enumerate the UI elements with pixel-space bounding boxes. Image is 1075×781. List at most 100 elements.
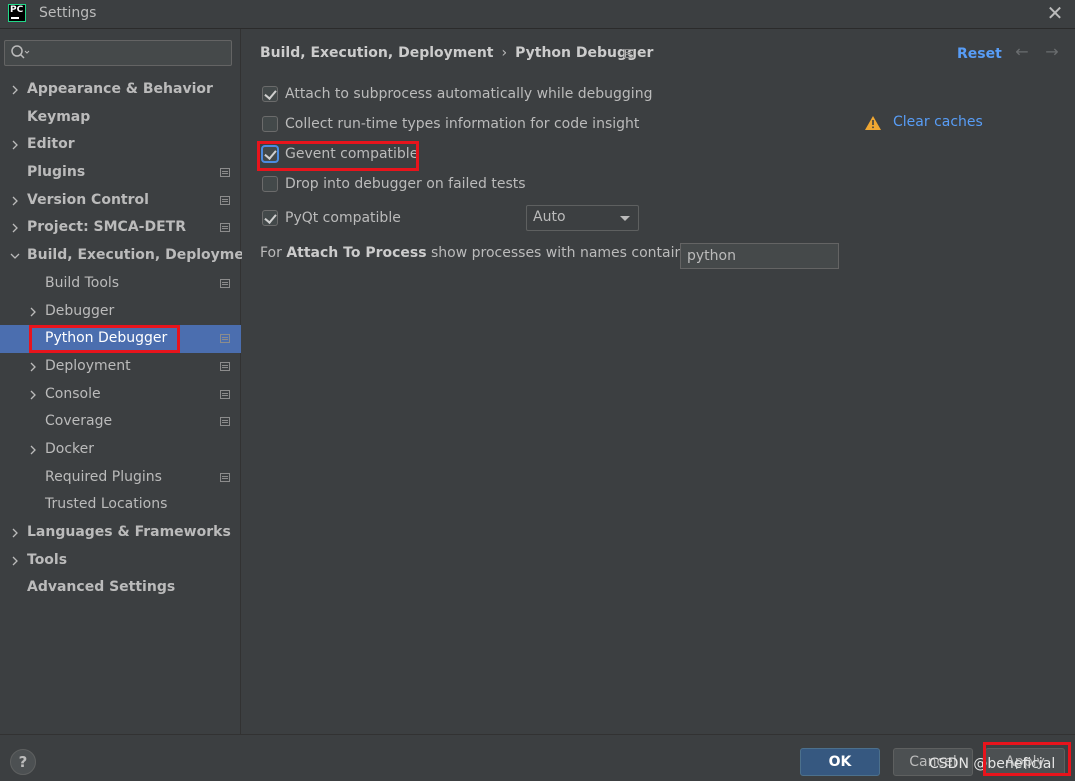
sidebar-item-label: Advanced Settings bbox=[27, 579, 176, 596]
sidebar-item-label: Languages & Frameworks bbox=[27, 524, 231, 540]
attach-to-process-label: For Attach To Process show processes wit… bbox=[260, 245, 710, 261]
settings-sidebar: Appearance & Behavior Keymap Editor Plugins… bbox=[0, 29, 261, 734]
sidebar-item-label: Required Plugins bbox=[45, 468, 162, 485]
chevron-down-icon[interactable] bbox=[10, 251, 20, 261]
attach-subprocess-checkbox[interactable] bbox=[262, 86, 278, 102]
sidebar-item-label: Build, Execution, Deployment bbox=[27, 247, 261, 264]
sidebar-item-label: Docker bbox=[45, 440, 95, 457]
attach-prefix: For bbox=[260, 245, 287, 261]
close-icon[interactable]: ✕ bbox=[1045, 3, 1065, 24]
sidebar-item-label: Version Control bbox=[27, 191, 149, 208]
chevron-right-icon[interactable] bbox=[28, 362, 38, 372]
sidebar-item-label: Editor bbox=[27, 136, 75, 153]
sidebar-item-languages-frameworks[interactable]: Languages & Frameworks bbox=[0, 519, 241, 547]
drop-debugger-label: Drop into debugger on failed tests bbox=[285, 176, 526, 192]
chevron-right-icon[interactable] bbox=[10, 85, 20, 95]
sidebar-item-label: Trusted Locations bbox=[45, 496, 168, 513]
sidebar-item-label: Appearance & Behavior bbox=[27, 81, 213, 97]
clear-caches-link[interactable]: Clear caches bbox=[893, 114, 983, 130]
project-level-icon bbox=[220, 195, 230, 205]
gevent-checkbox[interactable] bbox=[262, 146, 278, 162]
gevent-label: Gevent compatible bbox=[285, 146, 419, 162]
settings-tree: Appearance & Behavior Keymap Editor Plugins… bbox=[0, 76, 261, 602]
sidebar-item-label: Build Tools bbox=[45, 274, 120, 291]
attach-bold: Attach To Process bbox=[286, 245, 427, 261]
project-level-icon bbox=[220, 472, 230, 482]
chevron-down-icon bbox=[620, 216, 630, 221]
sidebar-item-label: Project: SMCA-DETR bbox=[27, 219, 186, 236]
sidebar-item-required-plugins[interactable]: Required Plugins bbox=[0, 464, 241, 492]
pyqt-checkbox[interactable] bbox=[262, 210, 278, 226]
sidebar-item-build-execution-deployment[interactable]: Build, Execution, Deployment bbox=[0, 242, 261, 270]
sidebar-item-label: Debugger bbox=[45, 302, 115, 319]
sidebar-item-editor[interactable]: Editor bbox=[0, 131, 241, 159]
forward-arrow-icon[interactable]: → bbox=[1043, 43, 1061, 61]
sidebar-item-trusted-locations[interactable]: Trusted Locations bbox=[0, 491, 241, 519]
collect-types-label: Collect run-time types information for c… bbox=[285, 116, 640, 132]
main-panel: Build, Execution, Deployment › Python Debu… bbox=[242, 29, 1075, 734]
chevron-right-icon[interactable] bbox=[10, 556, 20, 566]
sidebar-item-docker[interactable]: Docker bbox=[0, 436, 241, 464]
pyqt-label: PyQt compatible bbox=[285, 210, 401, 226]
sidebar-item-label: Plugins bbox=[27, 164, 86, 181]
project-level-icon bbox=[220, 389, 230, 399]
project-level-icon bbox=[220, 168, 230, 178]
chevron-right-icon[interactable] bbox=[10, 528, 20, 538]
sidebar-item-label: Coverage bbox=[45, 413, 113, 430]
sidebar-item-plugins[interactable]: Plugins bbox=[0, 159, 241, 187]
sidebar-item-deployment[interactable]: Deployment bbox=[0, 353, 241, 381]
sidebar-item-keymap[interactable]: Keymap bbox=[0, 104, 241, 132]
project-level-icon bbox=[624, 49, 634, 58]
pyqt-version-value: Auto bbox=[533, 209, 566, 225]
project-level-icon bbox=[220, 223, 230, 233]
chevron-right-icon[interactable] bbox=[28, 307, 38, 317]
back-arrow-icon[interactable]: ← bbox=[1013, 43, 1031, 61]
sidebar-item-console[interactable]: Console bbox=[0, 381, 241, 409]
search-box[interactable] bbox=[4, 40, 232, 66]
sidebar-item-python-debugger[interactable]: Python Debugger bbox=[0, 325, 241, 353]
sidebar-item-debugger[interactable]: Debugger bbox=[0, 298, 241, 326]
watermark-text: CSDN @beneficial bbox=[929, 756, 1056, 772]
sidebar-item-version-control[interactable]: Version Control bbox=[0, 187, 241, 215]
sidebar-item-build-tools[interactable]: Build Tools bbox=[0, 270, 241, 298]
sidebar-item-label: Python Debugger bbox=[45, 330, 168, 347]
sidebar-item-label: Console bbox=[45, 385, 101, 402]
breadcrumb-separator: › bbox=[501, 45, 508, 61]
reset-link[interactable]: Reset bbox=[957, 46, 1002, 62]
help-button[interactable]: ? bbox=[10, 749, 36, 775]
window-title: Settings bbox=[39, 5, 97, 21]
chevron-right-icon[interactable] bbox=[28, 390, 38, 400]
search-icon bbox=[11, 45, 30, 59]
chevron-right-icon[interactable] bbox=[10, 140, 20, 150]
sidebar-item-label: Tools bbox=[27, 551, 68, 568]
ok-button[interactable]: OK bbox=[800, 748, 880, 776]
project-level-icon bbox=[220, 361, 230, 371]
chevron-right-icon[interactable] bbox=[10, 196, 20, 206]
collect-types-checkbox[interactable] bbox=[262, 116, 278, 132]
chevron-right-icon[interactable] bbox=[10, 223, 20, 233]
project-level-icon bbox=[220, 417, 230, 427]
project-level-icon bbox=[220, 278, 230, 288]
chevron-right-icon[interactable] bbox=[28, 445, 38, 455]
title-bar: PC Settings ✕ bbox=[0, 0, 1075, 29]
warning-icon bbox=[865, 116, 881, 130]
logo-text: PC bbox=[10, 5, 24, 15]
pyqt-version-select[interactable]: Auto bbox=[526, 205, 639, 231]
attach-subprocess-label: Attach to subprocess automatically while… bbox=[285, 86, 653, 102]
drop-debugger-checkbox[interactable] bbox=[262, 176, 278, 192]
project-level-icon bbox=[220, 334, 230, 344]
sidebar-item-tools[interactable]: Tools bbox=[0, 547, 241, 575]
sidebar-item-label: Deployment bbox=[45, 357, 131, 374]
search-input[interactable] bbox=[33, 43, 227, 63]
sidebar-item-coverage[interactable]: Coverage bbox=[0, 408, 241, 436]
process-name-input[interactable] bbox=[680, 243, 839, 269]
breadcrumb: Build, Execution, Deployment › Python Debu… bbox=[260, 45, 653, 61]
sidebar-item-appearance-behavior[interactable]: Appearance & Behavior bbox=[0, 76, 241, 104]
sidebar-item-label: Keymap bbox=[27, 108, 91, 125]
sidebar-item-advanced-settings[interactable]: Advanced Settings bbox=[0, 574, 241, 602]
attach-suffix: show processes with names containing: bbox=[426, 245, 710, 261]
dialog-footer: ? OK Cancel Apply CSDN @beneficial bbox=[0, 734, 1075, 781]
sidebar-item-project-smca-detr[interactable]: Project: SMCA-DETR bbox=[0, 214, 241, 242]
breadcrumb-parent[interactable]: Build, Execution, Deployment bbox=[260, 45, 494, 61]
pycharm-logo-icon: PC bbox=[8, 4, 26, 22]
